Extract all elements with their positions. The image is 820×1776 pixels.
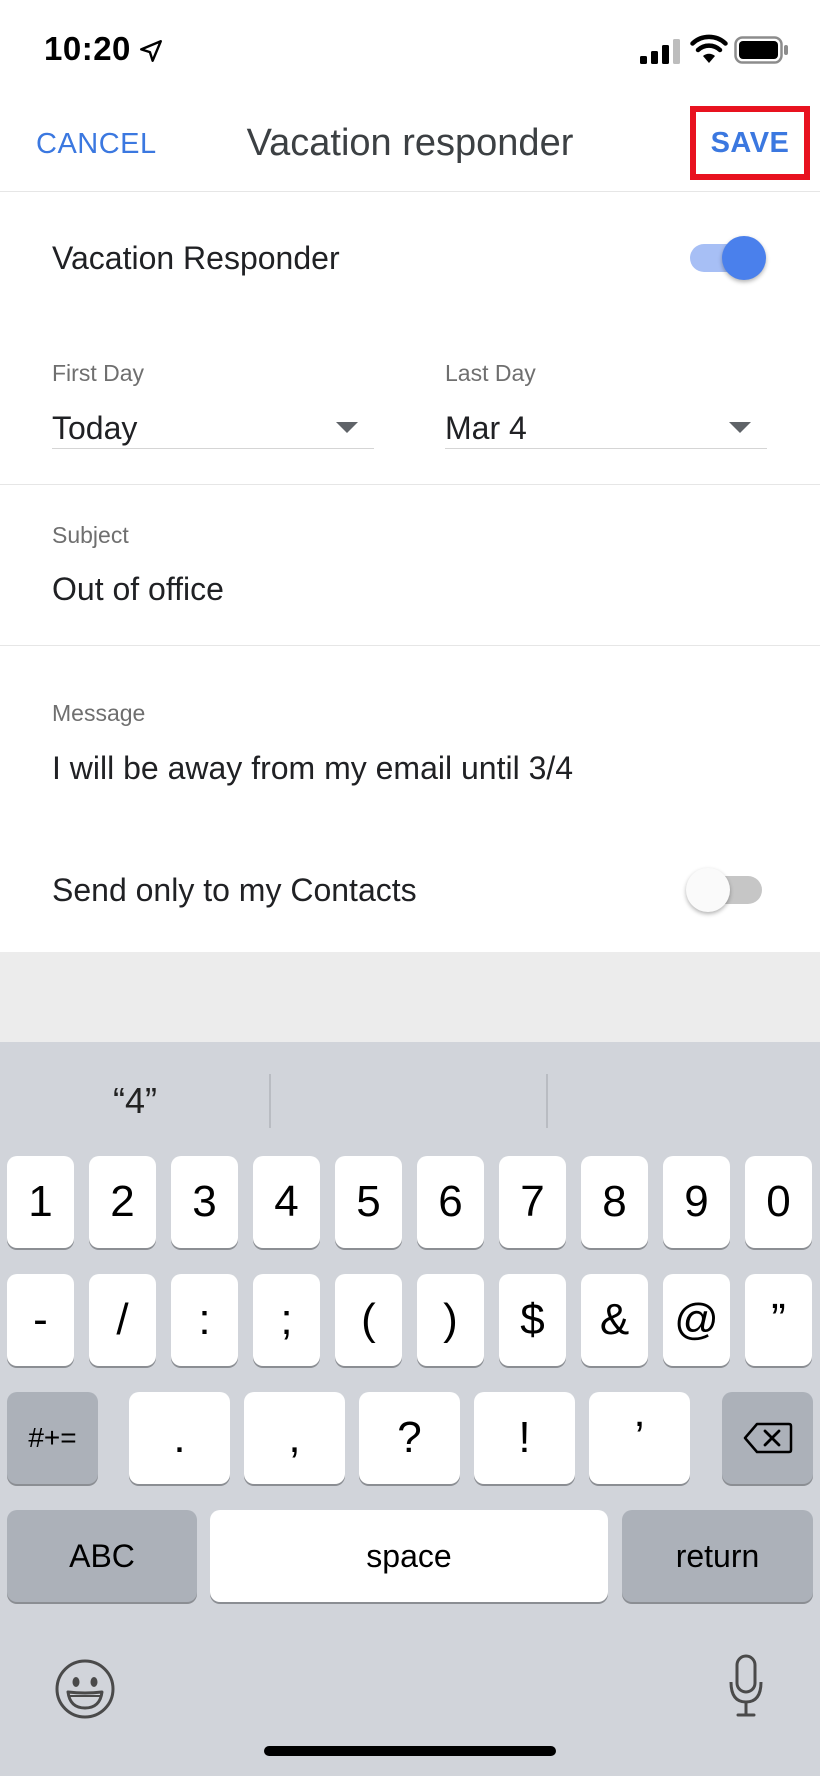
backspace-icon (743, 1422, 792, 1454)
key-row3-2[interactable]: , (244, 1392, 345, 1484)
toggle-thumb (686, 868, 730, 912)
message-value: I will be away from my email until 3/4 (52, 750, 574, 786)
status-bar: 10:20 (0, 0, 820, 100)
key-row1-10[interactable]: 0 (745, 1156, 812, 1248)
message-label: Message (52, 700, 146, 726)
send-only-contacts-label: Send only to my Contacts (52, 872, 417, 908)
vacation-responder-label: Vacation Responder (52, 240, 340, 276)
vacation-responder-toggle[interactable] (686, 236, 766, 280)
key-row1-8[interactable]: 8 (581, 1156, 648, 1248)
save-button[interactable]: SAVE (690, 106, 810, 180)
header: CANCEL Vacation responder SAVE (0, 100, 820, 192)
return-key[interactable]: return (622, 1510, 813, 1602)
last-day-value: Mar 4 (445, 410, 527, 446)
key-row1-3[interactable]: 3 (171, 1156, 238, 1248)
key-row3-3[interactable]: ? (359, 1392, 460, 1484)
last-day-select[interactable]: Mar 4 (445, 400, 767, 450)
key-row3-4[interactable]: ! (474, 1392, 575, 1484)
dropdown-caret-icon (729, 422, 751, 433)
status-time: 10:20 (44, 30, 131, 67)
key-row1-1[interactable]: 1 (7, 1156, 74, 1248)
last-day-label: Last Day (445, 360, 536, 386)
subject-value: Out of office (52, 571, 224, 607)
key-row3-1[interactable]: . (129, 1392, 230, 1484)
wifi-icon (690, 34, 728, 63)
keyboard-spacer (0, 952, 820, 1042)
toggle-thumb (722, 236, 766, 280)
home-indicator[interactable] (264, 1746, 556, 1756)
backspace-key[interactable] (722, 1392, 813, 1484)
symbols-key[interactable]: #+= (7, 1392, 98, 1484)
space-key[interactable]: space (210, 1510, 608, 1602)
emoji-icon[interactable] (54, 1658, 116, 1720)
key-row3-5[interactable]: ’ (589, 1392, 690, 1484)
subject-label: Subject (52, 522, 129, 548)
first-day-value: Today (52, 410, 138, 446)
send-only-contacts-toggle[interactable] (686, 868, 766, 912)
key-row1-4[interactable]: 4 (253, 1156, 320, 1248)
suggestion-1[interactable]: “4” (0, 1080, 270, 1122)
key-row2-2[interactable]: / (89, 1274, 156, 1366)
key-row1-2[interactable]: 2 (89, 1156, 156, 1248)
key-row1-7[interactable]: 7 (499, 1156, 566, 1248)
key-row2-3[interactable]: : (171, 1274, 238, 1366)
location-arrow-icon (140, 40, 162, 62)
key-row2-1[interactable]: - (7, 1274, 74, 1366)
last-day-underline (445, 448, 767, 449)
first-day-label: First Day (52, 360, 144, 386)
subject-field[interactable]: Subject Out of office (0, 485, 820, 645)
suggestion-separator (546, 1074, 548, 1128)
key-row2-4[interactable]: ; (253, 1274, 320, 1366)
abc-key[interactable]: ABC (7, 1510, 197, 1602)
message-field[interactable]: Message I will be away from my email unt… (0, 646, 820, 806)
keyboard: “4” 1234567890 - /:;() $ & @” .,?!’ #+= ABC … (0, 1042, 820, 1776)
key-row1-6[interactable]: 6 (417, 1156, 484, 1248)
battery-icon (734, 36, 788, 64)
key-row1-5[interactable]: 5 (335, 1156, 402, 1248)
key-row2-10[interactable]: ” (745, 1274, 812, 1366)
key-row2-5[interactable]: ( (335, 1274, 402, 1366)
key-row2-8[interactable]: & (581, 1274, 648, 1366)
dropdown-caret-icon (336, 422, 358, 433)
key-row1-9[interactable]: 9 (663, 1156, 730, 1248)
cellular-signal-icon (640, 39, 680, 64)
key-row2-7[interactable]: $ (499, 1274, 566, 1366)
microphone-icon[interactable] (728, 1654, 764, 1718)
first-day-select[interactable]: Today (52, 400, 374, 450)
key-row2-6[interactable]: ) (417, 1274, 484, 1366)
suggestion-separator (269, 1074, 271, 1128)
first-day-underline (52, 448, 374, 449)
key-row2-9[interactable]: @ (663, 1274, 730, 1366)
